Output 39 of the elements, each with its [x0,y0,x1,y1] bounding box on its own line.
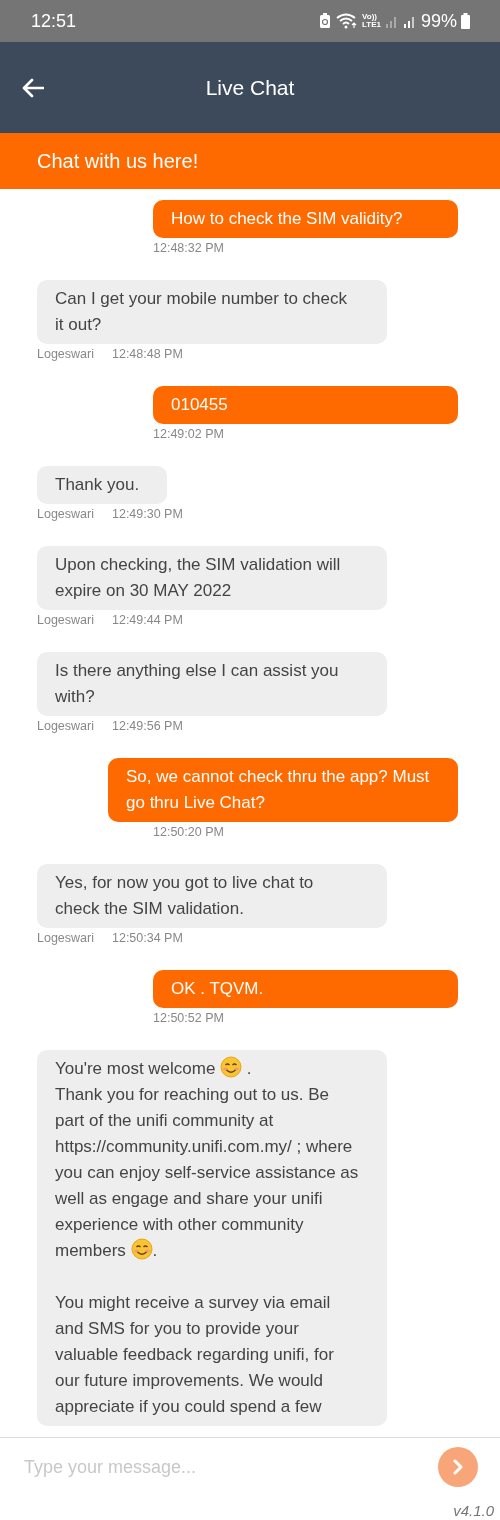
agent-name: Logeswari [37,507,94,521]
signal-icon [402,14,417,28]
back-arrow-icon[interactable] [22,77,44,98]
message-bubble: You're most welcome . Thank you for reaching out to us. Be part of the unifi community at https://community.unifi.com.my/ ; where you can enjoy self-service assistance as well as engage and share your unifi experience with other community members . You might receive a survey via email and SMS for you to provide your valuable feedback regarding unifi, for our future improvements. We would appreciate if you could spend a few [37,1050,387,1426]
signal-icon [384,14,399,28]
clock: 12:51 [31,10,77,32]
banner-text: Chat with us here! [37,149,199,173]
message-bubble: OK . TQVM. [153,970,458,1008]
battery-level: 99% [420,10,457,32]
message-bubble: Is there anything else I can assist you with? [37,652,387,716]
smiley-icon [130,1238,153,1260]
network-label: Vo)) LTE1 [362,13,381,29]
message-bubble: Yes, for now you got to live chat to check the SIM validation. [37,864,387,928]
message-bubble: 010455 [153,386,458,424]
timestamp: 12:49:56 PM [112,719,183,733]
timestamp: 12:48:48 PM [112,347,183,361]
message-bubble: How to check the SIM validity? [153,200,458,238]
agent-name: Logeswari [37,719,94,733]
timestamp: 12:48:32 PM [153,241,224,255]
message-bubble: Can I get your mobile number to check it out? [37,280,387,344]
message-bubble: Thank you. [37,466,168,504]
agent-name: Logeswari [37,347,94,361]
smiley-icon [220,1056,243,1078]
screen-title: Live Chat [204,75,296,100]
timestamp: 12:50:20 PM [153,825,224,839]
timestamp: 12:49:02 PM [153,427,224,441]
agent-name: Logeswari [37,931,94,945]
message-bubble: Upon checking, the SIM validation will expire on 30 MAY 2022 [37,546,387,610]
timestamp: 12:50:34 PM [112,931,183,945]
battery-icon [461,13,470,29]
message-bubble: So, we cannot check thru the app? Must go thru Live Chat? [108,758,458,822]
timestamp: 12:50:52 PM [153,1011,224,1025]
battery-saver-icon [318,13,332,29]
wifi-icon [336,13,358,29]
chevron-icon [452,1459,464,1475]
timestamp: 12:49:44 PM [112,613,183,627]
timestamp: 12:49:30 PM [112,507,183,521]
agent-name: Logeswari [37,613,94,627]
version-label: v4.1.0 [453,1502,494,1519]
